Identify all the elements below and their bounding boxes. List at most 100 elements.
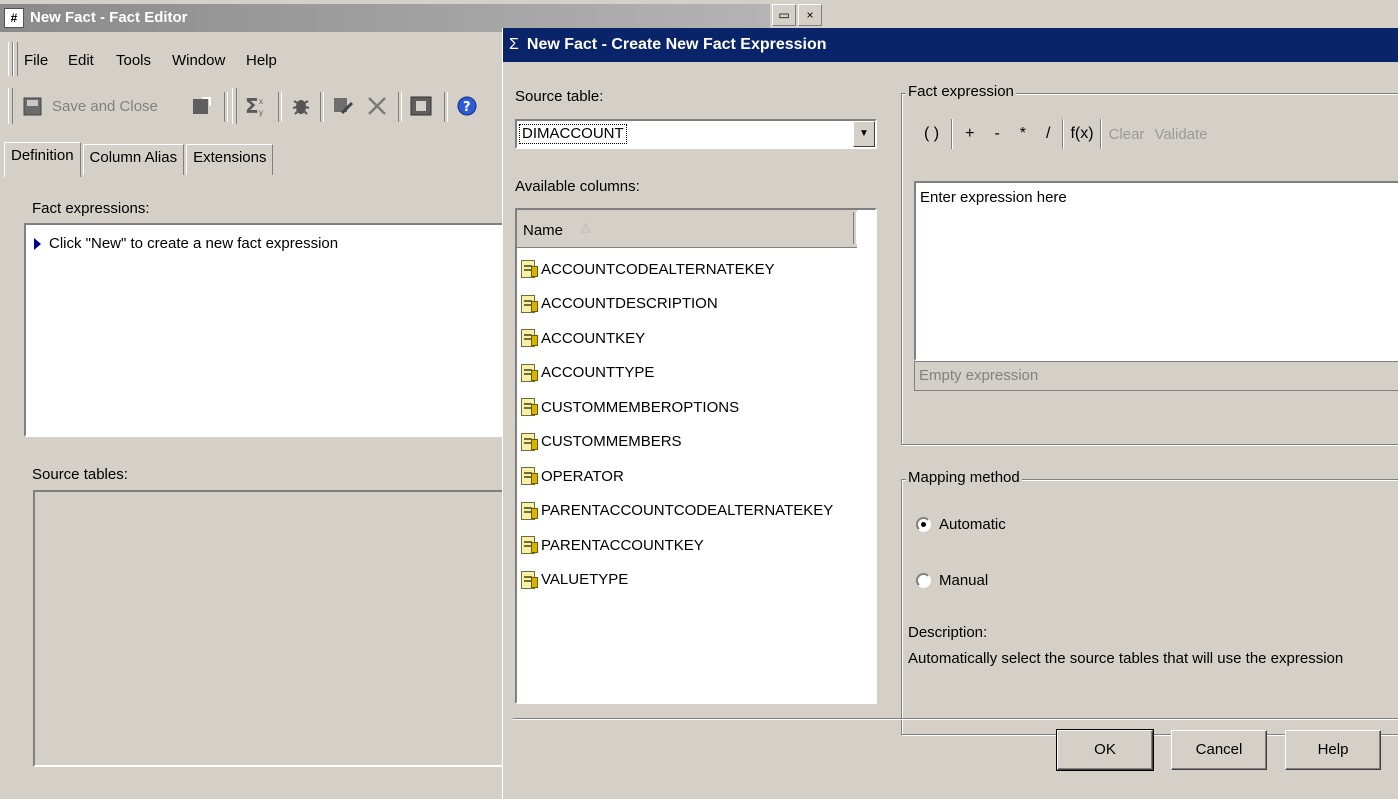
menu-edit[interactable]: Edit [68,52,94,69]
source-tables-list[interactable] [33,490,513,767]
multiply-button[interactable]: * [1010,125,1036,143]
column-name: VALUETYPE [541,571,629,588]
column-item[interactable]: ACCOUNTKEY [521,327,645,349]
radio-unselected-icon [916,573,931,588]
help-button[interactable]: Help [1285,730,1381,770]
column-item[interactable]: ACCOUNTDESCRIPTION [521,293,718,315]
expression-status-bar: Empty expression [914,361,1398,391]
menubar-grip-2 [13,42,18,76]
available-columns-label: Available columns: [515,178,640,195]
menu-help[interactable]: Help [246,52,277,69]
toolbar-grip[interactable] [8,88,13,124]
mapping-method-label: Mapping method [906,469,1022,486]
toolbar-grip-2 [232,88,237,124]
column-key-icon [521,260,538,278]
column-item[interactable]: PARENTACCOUNTKEY [521,534,704,556]
column-name: ACCOUNTKEY [541,329,646,347]
sum-button[interactable]: Σxy [244,94,266,118]
delete-button[interactable] [366,94,388,118]
column-item[interactable]: CUSTOMMEMBERS [521,431,682,453]
toolbar-separator [320,92,324,122]
sort-ascending-icon: △ [581,220,591,234]
maximize-button[interactable]: ▭ [772,4,796,26]
sigma-icon: Σxy [244,94,266,118]
help-toolbar-button[interactable]: ? [456,94,478,118]
column-item[interactable]: ACCOUNTTYPE [521,362,654,384]
function-button[interactable]: f(x) [1066,125,1097,143]
column-key-icon [521,467,538,485]
menu-tools[interactable]: Tools [116,52,151,69]
dialog-title-bar: Σ New Fact - Create New Fact Expression [503,28,1398,62]
svg-text:x: x [259,97,263,106]
description-label: Description: [908,624,988,641]
menu-file[interactable]: File [24,52,48,69]
tab-column-alias[interactable]: Column Alias [82,144,185,175]
column-item[interactable]: VALUETYPE [521,569,628,591]
ok-button[interactable]: OK [1056,729,1154,771]
available-columns-list[interactable]: Name △ ACCOUNTCODEALTERNATEKEY ACCOUNTDES… [515,208,877,704]
manual-radio[interactable]: Manual [916,572,988,589]
close-button[interactable]: × [798,4,822,26]
properties-button[interactable] [410,94,432,118]
column-item[interactable]: OPERATOR [521,465,624,487]
dialog-title: New Fact - Create New Fact Expression [526,36,827,53]
column-key-icon [521,570,538,589]
editor-toolbar: Save and Close Σxy ? [0,84,500,128]
expression-editor[interactable]: Enter expression here [914,181,1398,361]
new-fact-expression-hint: Click "New" to create a new fact express… [49,235,339,252]
clear-button[interactable]: Clear [1104,126,1150,143]
automatic-radio[interactable]: Automatic [916,516,1006,533]
column-name: ACCOUNTCODEALTERNATEKEY [541,260,775,278]
validate-button[interactable]: Validate [1149,126,1212,143]
column-key-icon [521,294,538,313]
editor-title-buttons: ▭ × [772,4,822,26]
new-object-button[interactable] [190,94,212,118]
minus-button[interactable]: - [984,125,1009,143]
tab-definition[interactable]: Definition [4,142,81,177]
editor-tabs: Definition Column Alias Extensions [4,142,275,177]
fact-expressions-label: Fact expressions: [32,200,150,217]
create-fact-expression-dialog: Σ New Fact - Create New Fact Expression S… [502,28,1398,799]
column-name: PARENTACCOUNTCODEALTERNATEKEY [541,502,834,519]
columns-header[interactable]: Name △ [517,210,857,248]
expression-toolbar: ( ) + - * / f(x) Clear Validate [914,114,1213,154]
source-table-combobox[interactable]: DIMACCOUNT ▼ [515,119,877,149]
fact-expressions-list[interactable]: Click "New" to create a new fact express… [24,223,514,437]
rename-icon [332,95,354,117]
column-key-icon [521,329,538,347]
new-fact-expression-row[interactable]: Click "New" to create a new fact express… [34,235,338,252]
bug-button[interactable] [290,94,312,118]
properties-icon [410,95,432,117]
menu-bar: File Edit Tools Window Help [0,40,500,80]
parentheses-button[interactable]: ( ) [914,125,949,143]
mapping-method-group: Mapping method Automatic Manual Descript… [901,469,1398,735]
toolbar-separator [278,92,282,122]
manual-label: Manual [939,572,989,589]
expr-separator [1099,119,1102,149]
column-divider[interactable] [853,212,857,244]
plus-button[interactable]: + [955,125,984,143]
fact-expression-group: Fact expression ( ) + - * / f(x) Clear V… [901,83,1398,445]
expression-placeholder: Enter expression here [920,189,1067,206]
column-item[interactable]: ACCOUNTCODEALTERNATEKEY [521,258,775,280]
sigma-icon: Σ [509,36,519,53]
rename-button[interactable] [332,94,354,118]
source-tables-label: Source tables: [32,466,128,483]
column-key-icon [521,536,538,554]
column-item[interactable]: PARENTACCOUNTCODEALTERNATEKEY [521,500,833,522]
source-table-label: Source table: [515,88,604,105]
source-table-value: DIMACCOUNT [519,124,627,144]
radio-selected-icon [916,517,931,532]
name-column-header[interactable]: Name [523,222,563,239]
column-name: CUSTOMMEMBERS [541,433,682,450]
tab-extensions[interactable]: Extensions [186,144,274,175]
save-and-close-button[interactable]: Save and Close [22,94,158,118]
column-name: CUSTOMMEMBEROPTIONS [541,398,740,416]
column-item[interactable]: CUSTOMMEMBEROPTIONS [521,396,739,418]
save-and-close-label: Save and Close [52,97,158,115]
dropdown-arrow-icon[interactable]: ▼ [853,121,875,147]
cancel-button[interactable]: Cancel [1171,730,1267,770]
divide-button[interactable]: / [1036,125,1060,143]
menu-window[interactable]: Window [172,52,225,69]
column-key-icon [521,432,538,451]
